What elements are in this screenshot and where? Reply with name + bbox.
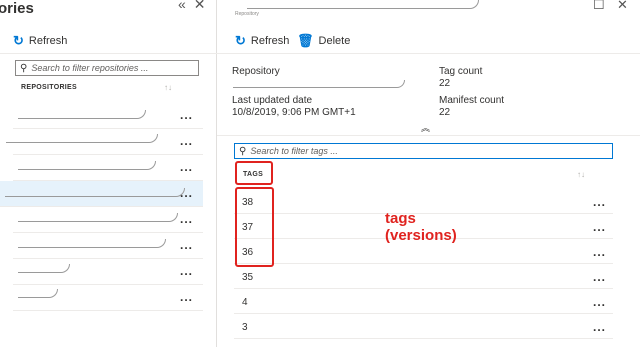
- redacted-repository-name: [6, 134, 158, 143]
- repository-label: Repository: [232, 66, 280, 77]
- annotation-text: tags (versions): [385, 210, 457, 244]
- sort-icon[interactable]: ↑↓: [577, 170, 585, 179]
- annotation-line-1: tags: [385, 210, 416, 227]
- row-menu-button[interactable]: ...: [180, 290, 193, 304]
- search-icon: ⚲: [20, 62, 28, 74]
- delete-label: Delete: [318, 35, 351, 47]
- manifest-count-label: Manifest count: [439, 95, 505, 106]
- repository-filter-input[interactable]: ⚲ Search to filter repositories ...: [15, 60, 199, 76]
- last-updated-value: 10/8/2019, 9:06 PM GMT+1: [232, 107, 356, 118]
- divider: [217, 135, 640, 136]
- last-updated-label: Last updated date: [232, 95, 313, 106]
- tag-row[interactable]: 4 ...: [234, 289, 613, 314]
- row-menu-button[interactable]: ...: [180, 160, 193, 174]
- repository-row[interactable]: ...: [13, 155, 203, 181]
- tag-rows-highlight: [235, 187, 274, 267]
- repository-row[interactable]: ...: [13, 285, 203, 311]
- repository-row-selected[interactable]: ...: [0, 181, 203, 207]
- redacted-repository-name: [18, 161, 156, 170]
- tag-row[interactable]: 35 ...: [234, 264, 613, 289]
- redacted-repository-value: [233, 80, 405, 88]
- redacted-repository-name: [18, 213, 178, 222]
- tag-name: 35: [242, 272, 254, 283]
- repository-row[interactable]: ...: [13, 259, 203, 285]
- row-menu-button[interactable]: ...: [593, 245, 606, 259]
- close-icon[interactable]: ✕: [617, 0, 628, 13]
- refresh-label: Refresh: [28, 35, 68, 47]
- tag-count-label: Tag count: [439, 66, 483, 77]
- divider: [0, 53, 217, 54]
- repositories-column-header: REPOSITORIES: [21, 84, 77, 91]
- refresh-button[interactable]: ↻ Refresh: [13, 33, 67, 49]
- blade-title-actions: «✕: [178, 0, 214, 13]
- row-menu-button[interactable]: ...: [180, 264, 193, 278]
- refresh-icon: ↻: [13, 33, 24, 48]
- repository-row[interactable]: ...: [13, 207, 203, 233]
- redacted-repository-name: [18, 289, 58, 298]
- refresh-icon: ↻: [235, 33, 246, 48]
- tag-name: 4: [242, 297, 248, 308]
- row-menu-button[interactable]: ...: [180, 108, 193, 122]
- redacted-blade-title: [247, 0, 479, 9]
- blade-title: ories: [0, 0, 34, 17]
- divider: [217, 53, 640, 54]
- search-icon: ⚲: [239, 145, 247, 157]
- repository-row[interactable]: ...: [13, 233, 203, 259]
- sort-icon[interactable]: ↑↓: [164, 83, 172, 92]
- filter-placeholder: Search to filter tags ...: [250, 146, 338, 156]
- maximize-icon[interactable]: ☐: [593, 0, 605, 13]
- row-menu-button[interactable]: ...: [180, 238, 193, 252]
- tags-header-highlight: [235, 161, 273, 185]
- row-menu-button[interactable]: ...: [593, 195, 606, 209]
- redacted-repository-name: [18, 110, 146, 119]
- repository-row[interactable]: ...: [6, 129, 203, 155]
- row-menu-button[interactable]: ...: [593, 220, 606, 234]
- refresh-label: Refresh: [250, 35, 290, 47]
- tag-row[interactable]: 3 ...: [234, 314, 613, 339]
- close-icon[interactable]: ✕: [194, 0, 214, 12]
- repositories-blade: ories «✕ ↻ Refresh ⚲ Search to filter re…: [0, 0, 217, 347]
- row-menu-button[interactable]: ...: [593, 270, 606, 284]
- annotation-line-2: (versions): [385, 227, 457, 244]
- row-menu-button[interactable]: ...: [593, 320, 606, 334]
- double-chevron-up-icon[interactable]: ︽: [421, 121, 430, 134]
- blade-subtitle: Repository: [235, 11, 259, 17]
- redacted-repository-name: [18, 239, 166, 248]
- tag-count-value: 22: [439, 78, 451, 89]
- row-menu-button[interactable]: ...: [593, 295, 606, 309]
- row-menu-button[interactable]: ...: [180, 212, 193, 226]
- delete-button[interactable]: 🗑 Delete: [297, 33, 350, 49]
- manifest-count-value: 22: [439, 107, 451, 118]
- refresh-button[interactable]: ↻ Refresh: [235, 33, 289, 49]
- redacted-repository-name: [18, 264, 70, 273]
- row-menu-button[interactable]: ...: [180, 186, 193, 200]
- tag-filter-input[interactable]: ⚲ Search to filter tags ...: [234, 143, 613, 159]
- redacted-repository-name: [5, 188, 185, 197]
- repository-row[interactable]: ...: [13, 103, 203, 129]
- collapse-icon[interactable]: «: [178, 0, 194, 12]
- filter-placeholder: Search to filter repositories ...: [31, 63, 149, 73]
- repository-detail-blade: Repository ☐ ✕ ↻ Refresh 🗑 Delete Reposi…: [217, 0, 640, 347]
- trash-icon: 🗑: [297, 33, 314, 48]
- tag-name: 3: [242, 322, 248, 333]
- row-menu-button[interactable]: ...: [180, 134, 193, 148]
